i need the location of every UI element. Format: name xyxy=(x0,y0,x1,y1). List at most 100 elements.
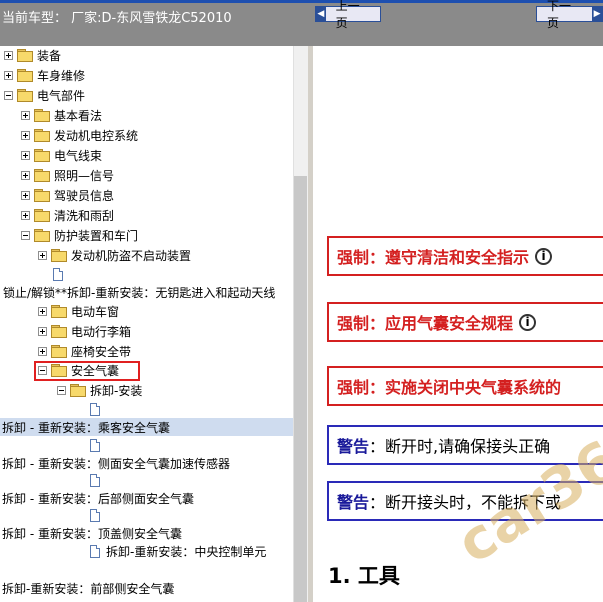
tree-node-basics[interactable]: 基本看法 xyxy=(21,106,102,124)
collapse-icon[interactable] xyxy=(4,90,13,100)
folder-icon xyxy=(17,69,33,82)
info-icon[interactable]: i xyxy=(535,247,553,265)
tree-node-doc[interactable] xyxy=(90,436,100,454)
tree-node-label: 电气线束 xyxy=(54,148,103,163)
tree-node-label: 拆卸 - 重新安装：侧面安全气囊加速传感器 xyxy=(2,456,230,471)
tree-node-front-side-airbag[interactable]: 拆卸-重新安装：前部侧安全气囊 xyxy=(2,579,174,597)
tree-node-label: 拆卸-重新安装：中央控制单元 xyxy=(106,544,267,559)
tree-node-label: 防护装置和车门 xyxy=(54,228,139,243)
current-model-label: 当前车型： 厂家:D-东风雪铁龙C52010 xyxy=(2,11,232,26)
expand-icon[interactable] xyxy=(4,50,13,60)
tree-node-power-windows[interactable]: 电动车窗 xyxy=(38,302,119,320)
tree-node-engine-ecu[interactable]: 发动机电控系统 xyxy=(21,126,138,144)
tree-node-roof-side-airbag[interactable]: 拆卸 - 重新安装：顶盖侧安全气囊 xyxy=(2,524,182,542)
tree-node-passenger-airbag[interactable]: 拆卸 - 重新安装：乘客安全气囊 xyxy=(0,418,293,436)
tree-node-doc[interactable] xyxy=(90,400,100,418)
tree-node-label: 电气部件 xyxy=(37,88,86,103)
expand-icon[interactable] xyxy=(38,346,47,356)
tree-node-keyless-antenna[interactable]: 锁止/解锁**拆卸-重新安装：无钥匙进入和起动天线 xyxy=(3,283,275,301)
next-page-button[interactable]: 下一页 ▶ xyxy=(536,0,603,30)
tree-node-label: 拆卸 - 重新安装：乘客安全气囊 xyxy=(2,420,170,435)
folder-icon xyxy=(17,49,33,62)
tree-scrollbar-thumb[interactable] xyxy=(294,176,307,602)
tree-node-protection-doors[interactable]: 防护装置和车门 xyxy=(21,226,138,244)
folder-icon xyxy=(34,189,50,202)
tree-node-label: 车身维修 xyxy=(37,68,86,83)
page-nav-bar xyxy=(313,46,603,74)
tree-node-doc[interactable] xyxy=(53,265,63,283)
tree-node-central-control-unit[interactable]: 拆卸-重新安装：中央控制单元 xyxy=(90,542,266,560)
expand-icon[interactable] xyxy=(21,110,30,120)
tree-node-remove-install[interactable]: 拆卸-安装 xyxy=(57,381,142,399)
folder-icon xyxy=(51,249,67,262)
tree-node-doc[interactable] xyxy=(90,471,100,489)
section-heading-tools: 1. 工具 xyxy=(328,564,400,588)
notice-mandatory-airbag-rules: 强制 ：应用气囊安全规程 i xyxy=(327,302,603,342)
tree-node-label: 清洗和雨刮 xyxy=(54,208,115,223)
tree-node-doc[interactable] xyxy=(90,506,100,524)
tree-node-seatbelts[interactable]: 座椅安全带 xyxy=(38,342,131,360)
tree-node-label: 拆卸-重新安装：前部侧安全气囊 xyxy=(2,581,175,596)
tree-node-label: 照明—信号 xyxy=(54,168,115,183)
tree-node-label: 拆卸 - 重新安装：顶盖侧安全气囊 xyxy=(2,526,182,541)
folder-icon xyxy=(34,129,50,142)
prev-page-button[interactable]: ◀ 上一页 xyxy=(315,0,381,30)
tree-node-driver-info[interactable]: 驾驶员信息 xyxy=(21,186,114,204)
expand-icon[interactable] xyxy=(21,170,30,180)
tree-node-label: 驾驶员信息 xyxy=(54,188,115,203)
document-icon xyxy=(90,544,100,558)
notice-mandatory-cleanliness: 强制 ：遵守清洁和安全指示 i xyxy=(327,236,603,276)
folder-icon xyxy=(34,209,50,222)
info-icon[interactable]: i xyxy=(519,313,537,331)
folder-icon xyxy=(51,305,67,318)
tree-node-label: 电动行李箱 xyxy=(71,324,132,339)
tree-node-label: 发动机防盗不启动装置 xyxy=(71,248,192,263)
document-icon xyxy=(90,508,100,522)
tree-node-label: 基本看法 xyxy=(54,108,103,123)
tree-node-wash-wipe[interactable]: 清洗和雨刮 xyxy=(21,206,114,224)
document-icon xyxy=(90,473,100,487)
collapse-icon[interactable] xyxy=(38,365,47,375)
tree-node-label: 装备 xyxy=(37,48,62,63)
arrow-left-icon: ◀ xyxy=(316,7,326,21)
tree-node-label: 拆卸 - 重新安装：后部侧面安全气囊 xyxy=(2,491,194,506)
title-bar: 当前车型： 厂家:D-东风雪铁龙C52010 xyxy=(0,0,603,46)
expand-icon[interactable] xyxy=(38,326,47,336)
tree-node-airbags[interactable]: 安全气囊 xyxy=(38,361,119,379)
expand-icon[interactable] xyxy=(21,150,30,160)
expand-icon[interactable] xyxy=(21,190,30,200)
tree-node-label: 安全气囊 xyxy=(71,363,120,378)
tree-node-equipment[interactable]: 装备 xyxy=(4,46,61,64)
tree-node-body-repair[interactable]: 车身维修 xyxy=(4,66,85,84)
tree-node-power-trunk[interactable]: 电动行李箱 xyxy=(38,322,131,340)
folder-open-icon xyxy=(34,229,50,242)
tree-node-label: 发动机电控系统 xyxy=(54,128,139,143)
expand-icon[interactable] xyxy=(21,210,30,220)
folder-icon xyxy=(34,149,50,162)
folder-open-icon xyxy=(70,384,86,397)
tree-node-lighting[interactable]: 照明—信号 xyxy=(21,166,114,184)
expand-icon[interactable] xyxy=(21,130,30,140)
notice-mandatory-disable-system: 强制 ：实施关闭中央气囊系统的 xyxy=(327,366,603,406)
tree-node-side-airbag-sensor[interactable]: 拆卸 - 重新安装：侧面安全气囊加速传感器 xyxy=(2,454,230,472)
tree-node-label: 座椅安全带 xyxy=(71,344,132,359)
expand-icon[interactable] xyxy=(4,70,13,80)
expand-icon[interactable] xyxy=(38,250,47,260)
arrow-right-icon: ▶ xyxy=(592,7,602,21)
folder-open-icon xyxy=(51,364,67,377)
tree-node-label: 拆卸-安装 xyxy=(90,383,143,398)
window-top-edge xyxy=(0,0,603,3)
document-icon xyxy=(90,402,100,416)
folder-icon xyxy=(51,325,67,338)
tree-node-electrical[interactable]: 电气部件 xyxy=(4,86,85,104)
tree-node-immobiliser[interactable]: 发动机防盗不启动装置 xyxy=(38,246,191,264)
folder-open-icon xyxy=(17,89,33,102)
tree-node-rear-side-airbag[interactable]: 拆卸 - 重新安装：后部侧面安全气囊 xyxy=(2,489,194,507)
collapse-icon[interactable] xyxy=(21,230,30,240)
expand-icon[interactable] xyxy=(38,306,47,316)
tree-node-wiring[interactable]: 电气线束 xyxy=(21,146,102,164)
collapse-icon[interactable] xyxy=(57,385,66,395)
tree-node-label: 电动车窗 xyxy=(71,304,120,319)
folder-icon xyxy=(51,345,67,358)
document-icon xyxy=(90,438,100,452)
